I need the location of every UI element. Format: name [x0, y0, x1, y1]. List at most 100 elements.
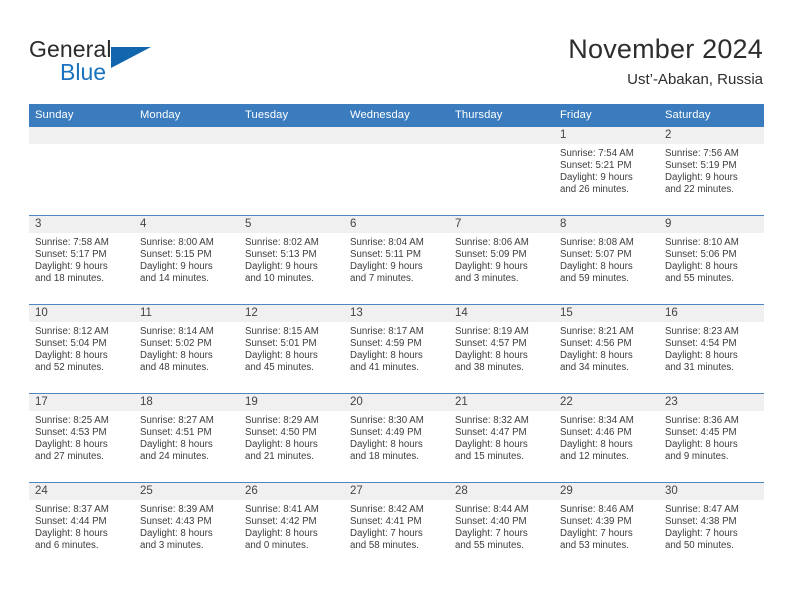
calendar-grid: Sunday Monday Tuesday Wednesday Thursday Frid… [29, 104, 764, 571]
calendar-day-cell[interactable]: 25 Sunrise: 8:39 AM Sunset: 4:43 PM Dayligh… [134, 482, 239, 571]
daylight-text-line1: Daylight: 7 hours [560, 528, 633, 540]
sunrise-text: Sunrise: 7:58 AM [35, 237, 109, 248]
sunset-text: Sunset: 4:57 PM [455, 338, 527, 350]
day-details: Sunrise: 8:12 AM Sunset: 5:04 PM Daylight:… [29, 322, 134, 374]
daylight-text-line1: Daylight: 8 hours [560, 261, 633, 273]
weekday-header-tuesday: Tuesday [239, 104, 344, 127]
sunrise-text: Sunrise: 8:19 AM [455, 326, 529, 337]
day-cell-inner: 17 Sunrise: 8:25 AM Sunset: 4:53 PM Dayligh… [29, 394, 134, 482]
day-cell-inner: 28 Sunrise: 8:44 AM Sunset: 4:40 PM Dayligh… [449, 483, 554, 571]
day-cell-inner: 8 Sunrise: 8:08 AM Sunset: 5:07 PM Daylight… [554, 216, 659, 304]
calendar-week-row: 1 Sunrise: 7:54 AM Sunset: 5:21 PM Daylight… [29, 127, 764, 216]
sunset-text: Sunset: 4:51 PM [140, 427, 212, 439]
sunset-text: Sunset: 4:54 PM [665, 338, 737, 350]
daylight-text-line1: Daylight: 8 hours [140, 350, 213, 362]
general-blue-logo[interactable]: General Blue [29, 36, 249, 92]
day-cell-inner: 26 Sunrise: 8:41 AM Sunset: 4:42 PM Dayligh… [239, 483, 344, 571]
calendar-day-cell[interactable]: 18 Sunrise: 8:27 AM Sunset: 4:51 PM Dayligh… [134, 393, 239, 483]
daylight-text-line1: Daylight: 9 hours [140, 261, 213, 273]
title-block: November 2024 Ust’-Abakan, Russia [568, 32, 763, 91]
calendar-day-cell[interactable]: 5 Sunrise: 8:02 AM Sunset: 5:13 PM Daylight… [239, 215, 344, 305]
sunset-text: Sunset: 4:50 PM [245, 427, 317, 439]
daylight-text-line2: and 59 minutes. [560, 273, 629, 285]
sunset-text: Sunset: 5:07 PM [560, 249, 632, 261]
sunset-text: Sunset: 5:13 PM [245, 249, 317, 261]
calendar-day-cell[interactable]: 12 Sunrise: 8:15 AM Sunset: 5:01 PM Dayligh… [239, 304, 344, 394]
daylight-text-line1: Daylight: 9 hours [35, 261, 108, 273]
calendar-day-cell[interactable]: 6 Sunrise: 8:04 AM Sunset: 5:11 PM Daylight… [344, 215, 449, 305]
calendar-day-cell[interactable]: 28 Sunrise: 8:44 AM Sunset: 4:40 PM Dayligh… [449, 482, 554, 571]
day-cell-inner: 4 Sunrise: 8:00 AM Sunset: 5:15 PM Daylight… [134, 216, 239, 304]
day-number: 12 [239, 305, 344, 322]
calendar-day-cell[interactable]: 20 Sunrise: 8:30 AM Sunset: 4:49 PM Dayligh… [344, 393, 449, 483]
day-details: Sunrise: 8:34 AM Sunset: 4:46 PM Daylight:… [554, 411, 659, 463]
logo-triangle-icon [111, 47, 151, 68]
day-number [449, 127, 554, 144]
day-cell-inner: 22 Sunrise: 8:34 AM Sunset: 4:46 PM Dayligh… [554, 394, 659, 482]
daylight-text-line1: Daylight: 8 hours [245, 528, 318, 540]
day-cell-inner: 12 Sunrise: 8:15 AM Sunset: 5:01 PM Dayligh… [239, 305, 344, 393]
sunset-text: Sunset: 4:59 PM [350, 338, 422, 350]
day-number: 29 [554, 483, 659, 500]
daylight-text-line1: Daylight: 8 hours [665, 350, 738, 362]
day-details: Sunrise: 8:36 AM Sunset: 4:45 PM Daylight:… [659, 411, 764, 463]
sunrise-text: Sunrise: 8:25 AM [35, 415, 109, 426]
weekday-header-friday: Friday [554, 104, 659, 127]
calendar-day-cell[interactable]: 1 Sunrise: 7:54 AM Sunset: 5:21 PM Daylight… [554, 127, 659, 216]
day-number: 7 [449, 216, 554, 233]
sunrise-text: Sunrise: 8:04 AM [350, 237, 424, 248]
daylight-text-line1: Daylight: 8 hours [350, 439, 423, 451]
calendar-day-cell[interactable]: 8 Sunrise: 8:08 AM Sunset: 5:07 PM Daylight… [554, 215, 659, 305]
sunrise-text: Sunrise: 8:44 AM [455, 504, 529, 515]
daylight-text-line2: and 48 minutes. [140, 362, 209, 374]
day-number: 14 [449, 305, 554, 322]
day-number: 8 [554, 216, 659, 233]
calendar-day-cell[interactable]: 27 Sunrise: 8:42 AM Sunset: 4:41 PM Dayligh… [344, 482, 449, 571]
page-title: November 2024 [568, 34, 763, 64]
day-number: 25 [134, 483, 239, 500]
daylight-text-line1: Daylight: 8 hours [140, 528, 213, 540]
daylight-text-line2: and 52 minutes. [35, 362, 104, 374]
sunrise-text: Sunrise: 8:46 AM [560, 504, 634, 515]
sunrise-text: Sunrise: 8:08 AM [560, 237, 634, 248]
calendar-day-cell-empty [344, 127, 449, 216]
calendar-day-cell[interactable]: 3 Sunrise: 7:58 AM Sunset: 5:17 PM Daylight… [29, 215, 134, 305]
day-number: 10 [29, 305, 134, 322]
calendar-day-cell[interactable]: 7 Sunrise: 8:06 AM Sunset: 5:09 PM Daylight… [449, 215, 554, 305]
calendar-day-cell[interactable]: 26 Sunrise: 8:41 AM Sunset: 4:42 PM Dayligh… [239, 482, 344, 571]
sunset-text: Sunset: 5:17 PM [35, 249, 107, 261]
daylight-text-line1: Daylight: 8 hours [140, 439, 213, 451]
day-cell-inner: 2 Sunrise: 7:56 AM Sunset: 5:19 PM Daylight… [659, 127, 764, 215]
day-details: Sunrise: 8:32 AM Sunset: 4:47 PM Daylight:… [449, 411, 554, 463]
calendar-day-cell[interactable]: 16 Sunrise: 8:23 AM Sunset: 4:54 PM Dayligh… [659, 304, 764, 394]
calendar-day-cell[interactable]: 22 Sunrise: 8:34 AM Sunset: 4:46 PM Dayligh… [554, 393, 659, 483]
calendar-day-cell[interactable]: 24 Sunrise: 8:37 AM Sunset: 4:44 PM Dayligh… [29, 482, 134, 571]
calendar-day-cell[interactable]: 30 Sunrise: 8:47 AM Sunset: 4:38 PM Dayligh… [659, 482, 764, 571]
calendar-day-cell[interactable]: 15 Sunrise: 8:21 AM Sunset: 4:56 PM Dayligh… [554, 304, 659, 394]
calendar-day-cell[interactable]: 4 Sunrise: 8:00 AM Sunset: 5:15 PM Daylight… [134, 215, 239, 305]
day-number: 13 [344, 305, 449, 322]
day-cell-inner: 1 Sunrise: 7:54 AM Sunset: 5:21 PM Daylight… [554, 127, 659, 215]
calendar-day-cell[interactable]: 2 Sunrise: 7:56 AM Sunset: 5:19 PM Daylight… [659, 127, 764, 216]
sunrise-text: Sunrise: 8:14 AM [140, 326, 214, 337]
calendar-day-cell[interactable]: 21 Sunrise: 8:32 AM Sunset: 4:47 PM Dayligh… [449, 393, 554, 483]
calendar-day-cell[interactable]: 13 Sunrise: 8:17 AM Sunset: 4:59 PM Dayligh… [344, 304, 449, 394]
day-number: 20 [344, 394, 449, 411]
calendar-day-cell[interactable]: 9 Sunrise: 8:10 AM Sunset: 5:06 PM Daylight… [659, 215, 764, 305]
daylight-text-line1: Daylight: 8 hours [35, 439, 108, 451]
sunset-text: Sunset: 4:56 PM [560, 338, 632, 350]
daylight-text-line2: and 38 minutes. [455, 362, 524, 374]
calendar-day-cell[interactable]: 11 Sunrise: 8:14 AM Sunset: 5:02 PM Dayligh… [134, 304, 239, 394]
day-details: Sunrise: 8:41 AM Sunset: 4:42 PM Daylight:… [239, 500, 344, 552]
calendar-day-cell[interactable]: 19 Sunrise: 8:29 AM Sunset: 4:50 PM Dayligh… [239, 393, 344, 483]
daylight-text-line2: and 6 minutes. [35, 540, 99, 552]
sunset-text: Sunset: 5:06 PM [665, 249, 737, 261]
calendar-day-cell[interactable]: 23 Sunrise: 8:36 AM Sunset: 4:45 PM Dayligh… [659, 393, 764, 483]
daylight-text-line2: and 3 minutes. [455, 273, 519, 285]
day-number: 3 [29, 216, 134, 233]
calendar-day-cell[interactable]: 29 Sunrise: 8:46 AM Sunset: 4:39 PM Dayligh… [554, 482, 659, 571]
calendar-day-cell[interactable]: 10 Sunrise: 8:12 AM Sunset: 5:04 PM Dayligh… [29, 304, 134, 394]
daylight-text-line2: and 53 minutes. [560, 540, 629, 552]
calendar-day-cell[interactable]: 17 Sunrise: 8:25 AM Sunset: 4:53 PM Dayligh… [29, 393, 134, 483]
calendar-day-cell[interactable]: 14 Sunrise: 8:19 AM Sunset: 4:57 PM Dayligh… [449, 304, 554, 394]
